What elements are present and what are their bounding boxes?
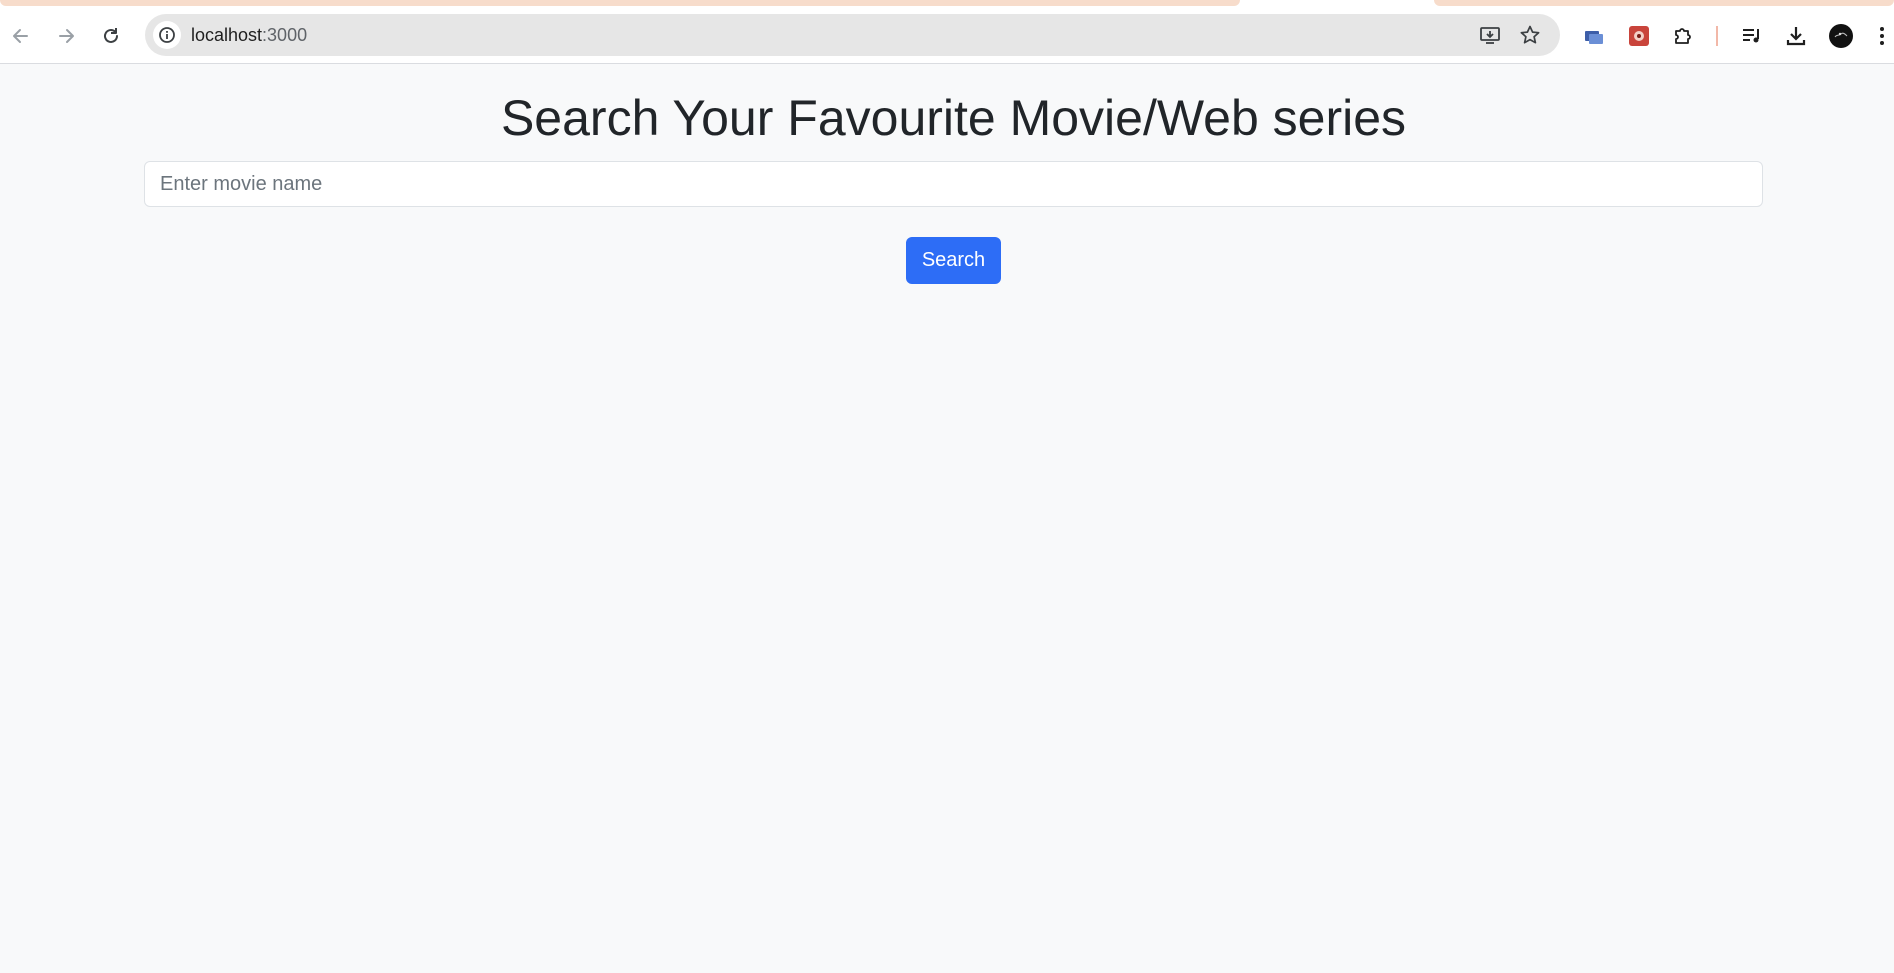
- star-icon: [1520, 25, 1540, 44]
- extension-tiles-icon: [1585, 31, 1603, 44]
- extension-button[interactable]: [1576, 18, 1612, 54]
- more-vert-icon: [1880, 27, 1884, 45]
- bookmark-button[interactable]: [1516, 21, 1544, 49]
- extension-button[interactable]: [1621, 18, 1657, 54]
- url-text[interactable]: localhost:3000: [191, 25, 307, 46]
- tab-background[interactable]: [0, 0, 1240, 6]
- info-icon: [159, 27, 175, 43]
- extension-badge-icon: [1629, 26, 1649, 46]
- profile-button[interactable]: [1823, 18, 1859, 54]
- downloads-button[interactable]: [1778, 18, 1814, 54]
- forward-arrow-icon: [59, 29, 74, 43]
- browser-toolbar: localhost:3000: [0, 8, 1894, 64]
- install-app-icon: [1480, 27, 1500, 44]
- forward-button[interactable]: [48, 18, 84, 54]
- tab-strip: [0, 0, 1894, 8]
- back-button[interactable]: [3, 18, 39, 54]
- media-controls-icon: [1743, 29, 1759, 43]
- back-arrow-icon: [13, 29, 28, 43]
- page-title: Search Your Favourite Movie/Web series: [500, 90, 1407, 146]
- media-controls-button[interactable]: [1734, 18, 1770, 54]
- page-content: Search Your Favourite Movie/Web series S…: [0, 65, 1894, 973]
- extensions-button[interactable]: [1666, 18, 1702, 54]
- install-app-button[interactable]: [1476, 21, 1504, 49]
- movie-search-input[interactable]: [144, 161, 1763, 207]
- reload-icon: [104, 28, 118, 43]
- search-button[interactable]: Search: [906, 237, 1001, 284]
- profile-avatar: [1829, 24, 1853, 48]
- download-icon: [1786, 27, 1806, 46]
- url-port: :3000: [262, 25, 308, 45]
- site-info-button[interactable]: [153, 21, 181, 49]
- puzzle-icon: [1675, 28, 1691, 44]
- address-bar[interactable]: localhost:3000: [145, 14, 1560, 56]
- tab-background[interactable]: [1434, 0, 1894, 6]
- reload-button[interactable]: [93, 18, 129, 54]
- url-host: localhost: [191, 25, 263, 45]
- toolbar-divider: [1716, 26, 1718, 46]
- browser-menu-button[interactable]: [1870, 18, 1894, 54]
